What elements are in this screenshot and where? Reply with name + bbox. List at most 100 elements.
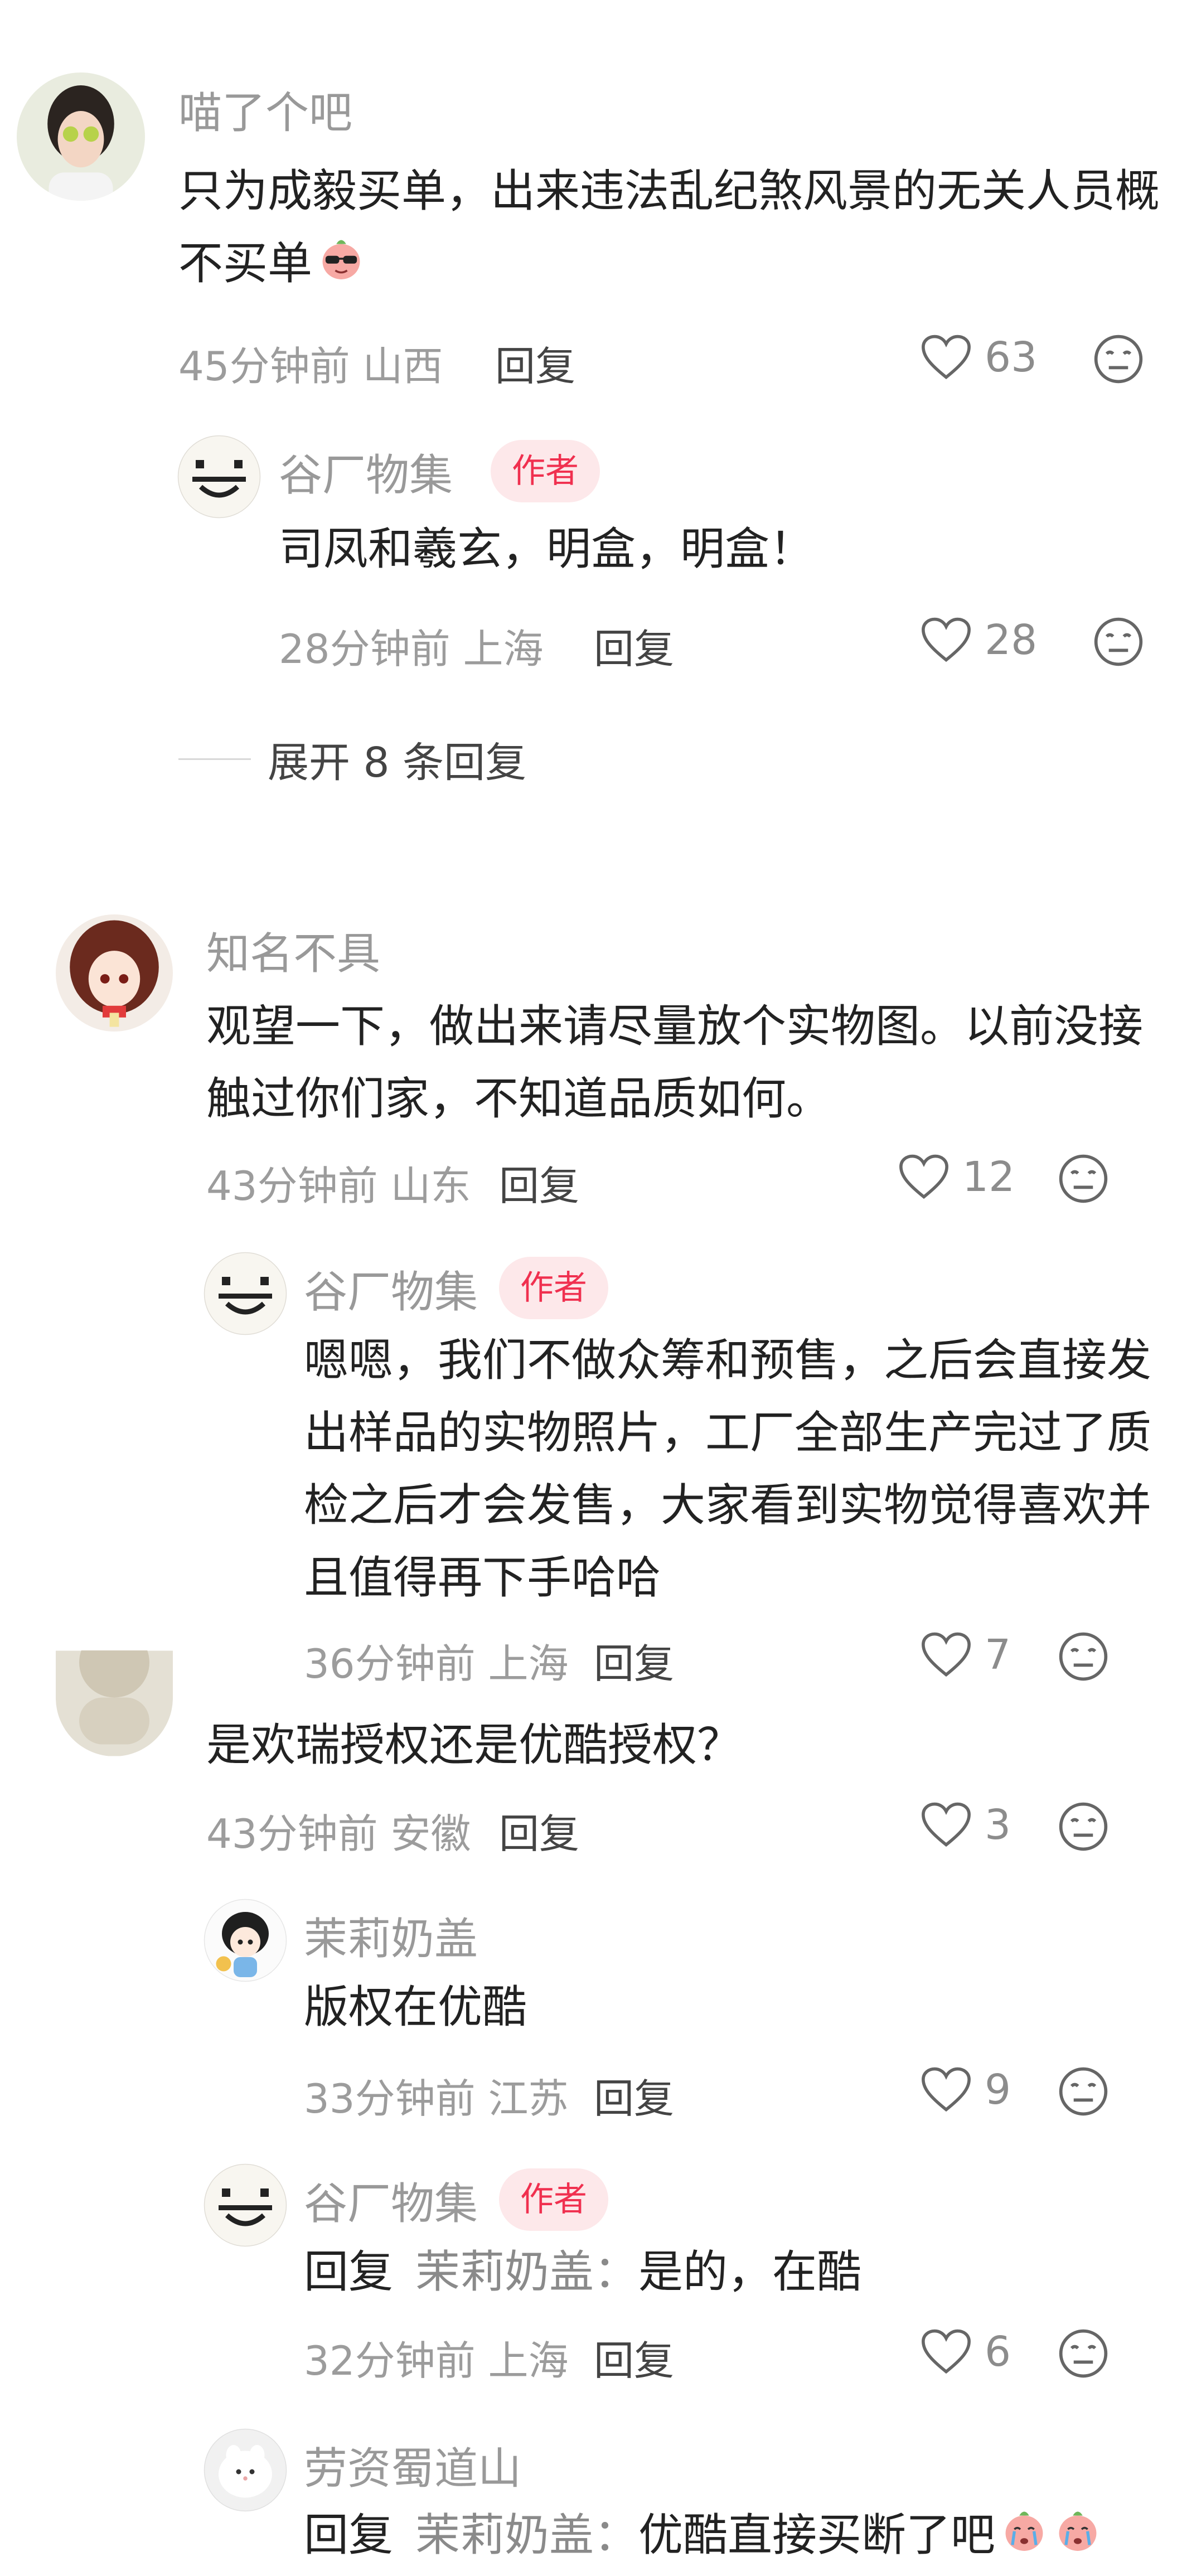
comment-time: 43分钟前 [206, 1163, 378, 1209]
reply-text: 回复 茉莉奶盖：优酷直接买断了吧 [304, 2499, 1162, 2572]
comment-text: 观望一下，做出来请尽量放个实物图。以前没接触过你们家，不知道品质如何。 [206, 1000, 1143, 1125]
avatar[interactable] [56, 1650, 173, 1756]
reply-prefix: 回复 [304, 2246, 393, 2298]
reply-button[interactable]: 回复 [594, 2066, 674, 2124]
meh-face-icon [1059, 2067, 1108, 2116]
comment-username[interactable]: 知名不具 [206, 919, 380, 981]
reply-button[interactable]: 回复 [594, 616, 674, 675]
reply-time: 28分钟前 [279, 626, 450, 672]
heart-outline-icon [899, 1154, 948, 1199]
mention-username[interactable]: 茉莉奶盖： [415, 2509, 638, 2561]
reply-prefix: 回复 [304, 2509, 393, 2561]
like-count: 7 [985, 1631, 1011, 1679]
comment-meta: 43分钟前 安徽 [206, 1801, 471, 1860]
reply-username[interactable]: 谷厂物集 [304, 1257, 478, 1320]
reply-text: 司凤和羲玄，明盒，明盒！ [279, 523, 814, 575]
avatar[interactable] [56, 914, 173, 1032]
reply-time: 33分钟前 [304, 2075, 476, 2122]
reply-username[interactable]: 劳资蜀道山 [304, 2434, 521, 2496]
like-button[interactable]: 63 [920, 327, 1037, 388]
dislike-button[interactable] [1057, 1800, 1110, 1853]
dislike-button[interactable] [1092, 615, 1145, 669]
comment-location: 山西 [362, 343, 443, 390]
heart-outline-icon [922, 2329, 971, 2374]
reply-body: 优酷直接买断了吧 [638, 2509, 995, 2561]
expand-replies-label: 展开 8 条回复 [268, 739, 527, 787]
comment-list: 喵了个吧 只为成毅买单，出来违法乱纪煞风景的无关人员概不买单 45分钟前 山西 … [0, 0, 1182, 2561]
heart-outline-icon [922, 335, 971, 380]
like-button[interactable]: 28 [920, 609, 1037, 671]
comment-location: 山东 [390, 1163, 471, 1209]
reply-username[interactable]: 谷厂物集 [279, 440, 453, 503]
comment-text: 是欢瑞授权还是优酷授权？ [206, 1719, 742, 1771]
reply-button[interactable]: 回复 [499, 1153, 579, 1212]
reply-text: 嗯嗯，我们不做众筹和预售，之后会直接发出样品的实物照片，工厂全部生产完过了质检之… [304, 1334, 1151, 1604]
avatar[interactable] [204, 1899, 287, 1982]
like-count: 9 [985, 2066, 1011, 2114]
reply-meta: 28分钟前 上海 [279, 616, 544, 675]
heart-outline-icon [922, 2067, 971, 2112]
reply-meta: 33分钟前 江苏 [304, 2066, 569, 2124]
avatar[interactable] [204, 1252, 287, 1335]
crying-peach-emoji [1053, 2504, 1102, 2553]
reply-text: 回复 茉莉奶盖：是的，在酷 [304, 2236, 1151, 2308]
meh-face-icon [1059, 1154, 1108, 1203]
reply-button[interactable]: 回复 [499, 1801, 579, 1860]
comment-time: 45分钟前 [178, 343, 350, 390]
like-button[interactable]: 12 [898, 1146, 1015, 1208]
comment-location: 安徽 [390, 1810, 471, 1857]
dislike-button[interactable] [1057, 1152, 1110, 1205]
crying-peach-emoji [1000, 2504, 1049, 2553]
reply-meta: 36分钟前 上海 [304, 1631, 569, 1689]
like-count: 6 [985, 2328, 1011, 2376]
heart-outline-icon [922, 1802, 971, 1847]
like-button[interactable]: 3 [920, 1794, 1011, 1856]
avatar[interactable] [204, 2163, 287, 2247]
heart-outline-icon [922, 1632, 971, 1677]
like-button[interactable]: 9 [920, 2059, 1011, 2120]
like-count: 3 [985, 1801, 1011, 1849]
reply-button[interactable]: 回复 [594, 2328, 674, 2386]
dislike-button[interactable] [1092, 332, 1145, 386]
reply-button[interactable]: 回复 [495, 333, 575, 392]
reply-body: 是的，在酷 [638, 2246, 861, 2298]
reply-button[interactable]: 回复 [594, 1631, 674, 1689]
author-badge: 作者 [491, 440, 600, 502]
reply-time: 36分钟前 [304, 1640, 476, 1687]
dislike-button[interactable] [1057, 1630, 1110, 1683]
reply-location: 上海 [488, 1640, 569, 1687]
meh-face-icon [1094, 617, 1143, 666]
divider-line [178, 758, 251, 760]
avatar[interactable] [17, 72, 145, 201]
like-button[interactable]: 7 [920, 1624, 1011, 1686]
meh-face-icon [1094, 335, 1143, 384]
meh-face-icon [1059, 1632, 1108, 1681]
avatar[interactable] [177, 435, 261, 519]
like-count: 12 [962, 1153, 1015, 1201]
author-badge: 作者 [499, 2168, 608, 2231]
heart-outline-icon [922, 617, 971, 662]
author-badge: 作者 [499, 1257, 608, 1319]
sunglasses-peach-emoji [317, 232, 366, 281]
reply-username[interactable]: 茉莉奶盖 [304, 1904, 478, 1967]
comment-meta: 43分钟前 山东 [206, 1153, 471, 1212]
like-button[interactable]: 6 [920, 2321, 1011, 2383]
expand-replies-button[interactable]: 展开 8 条回复 [178, 729, 526, 789]
meh-face-icon [1059, 2329, 1108, 2378]
comment-meta: 45分钟前 山西 [178, 333, 443, 392]
like-count: 28 [985, 616, 1038, 664]
reply-username[interactable]: 谷厂物集 [304, 2169, 478, 2231]
reply-location: 上海 [463, 626, 544, 672]
comment-text: 只为成毅买单，出来违法乱纪煞风景的无关人员概不买单 [178, 155, 1171, 300]
comment-time: 43分钟前 [206, 1810, 378, 1857]
comment-username[interactable]: 喵了个吧 [178, 78, 352, 141]
avatar[interactable] [204, 2428, 287, 2512]
reply-text: 版权在优酷 [304, 1981, 527, 2033]
like-count: 63 [985, 333, 1038, 381]
dislike-button[interactable] [1057, 2327, 1110, 2380]
mention-username[interactable]: 茉莉奶盖： [415, 2246, 638, 2298]
reply-location: 江苏 [488, 2075, 569, 2122]
reply-time: 32分钟前 [304, 2337, 476, 2384]
dislike-button[interactable] [1057, 2065, 1110, 2118]
meh-face-icon [1059, 1802, 1108, 1851]
